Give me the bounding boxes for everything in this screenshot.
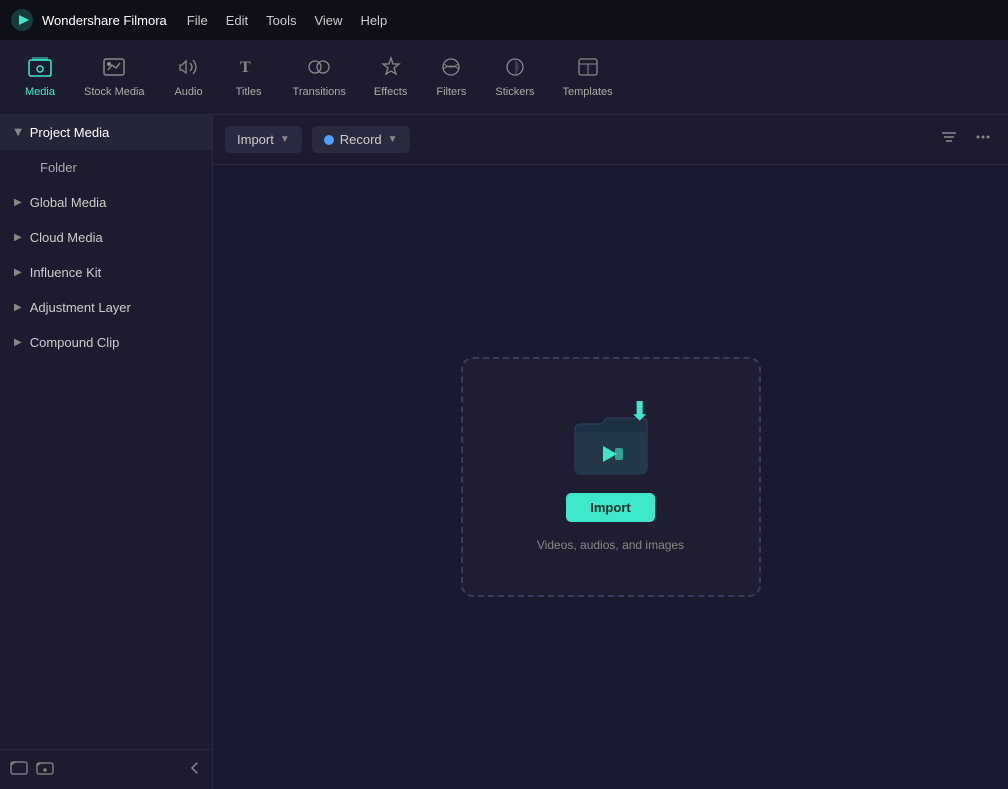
import-chevron-icon: ▼	[280, 134, 290, 145]
menu-help[interactable]: Help	[360, 13, 387, 28]
chevron-icon: ▶	[14, 267, 22, 278]
folder-label: Folder	[40, 160, 77, 175]
sidebar-item-compound-clip[interactable]: ▶ Compound Clip	[0, 325, 212, 360]
content-area: Import ▼ Record ▼	[213, 115, 1008, 789]
drop-zone[interactable]: ⬇ Import Videos, audios, and images	[461, 357, 761, 597]
sidebar-item-project-media[interactable]: ▶ Project Media	[0, 115, 212, 150]
import-label: Import	[237, 132, 274, 147]
sidebar-content: ▶ Project Media Folder ▶ Global Media ▶ …	[0, 115, 212, 749]
chevron-icon: ▶	[12, 129, 23, 137]
sidebar-item-label: Adjustment Layer	[30, 300, 131, 315]
templates-label: Templates	[562, 86, 612, 98]
chevron-icon: ▶	[14, 232, 22, 243]
toolbar-stock-media[interactable]: Stock Media	[70, 48, 159, 106]
sidebar-item-cloud-media[interactable]: ▶ Cloud Media	[0, 220, 212, 255]
toolbar-titles[interactable]: T Titles	[219, 48, 279, 106]
toolbar-actions	[936, 124, 996, 155]
media-icon	[28, 56, 52, 82]
sidebar-item-label: Compound Clip	[30, 335, 120, 350]
sidebar-item-label: Project Media	[30, 125, 109, 140]
titles-icon: T	[237, 56, 261, 82]
toolbar-transitions[interactable]: Transitions	[279, 48, 360, 106]
sidebar-item-label: Cloud Media	[30, 230, 103, 245]
stickers-label: Stickers	[495, 86, 534, 98]
app-logo: Wondershare Filmora	[10, 8, 167, 32]
toolbar-media[interactable]: Media	[10, 48, 70, 106]
content-toolbar: Import ▼ Record ▼	[213, 115, 1008, 165]
toolbar-filters[interactable]: Filters	[421, 48, 481, 106]
record-button[interactable]: Record ▼	[312, 126, 410, 153]
app-logo-icon	[10, 8, 34, 32]
sidebar-item-label: Influence Kit	[30, 265, 102, 280]
toolbar-templates[interactable]: Templates	[548, 48, 626, 106]
main-layout: ▶ Project Media Folder ▶ Global Media ▶ …	[0, 115, 1008, 789]
sidebar-footer	[0, 749, 212, 789]
effects-label: Effects	[374, 86, 407, 98]
stock-media-icon	[102, 56, 126, 82]
transitions-icon	[307, 56, 331, 82]
menu-file[interactable]: File	[187, 13, 208, 28]
import-button-label: Import	[590, 500, 630, 515]
menu-bar: File Edit Tools View Help	[187, 13, 387, 28]
filter-sort-button[interactable]	[936, 124, 962, 155]
effects-icon	[379, 56, 403, 82]
filters-icon	[439, 56, 463, 82]
new-folder-icon[interactable]	[10, 758, 28, 781]
record-label: Record	[340, 132, 382, 147]
toolbar-audio[interactable]: Audio	[159, 48, 219, 106]
main-toolbar: Media Stock Media Audio T T	[0, 40, 1008, 115]
record-dot-icon	[324, 135, 334, 145]
media-label: Media	[25, 86, 55, 98]
toolbar-effects[interactable]: Effects	[360, 48, 421, 106]
sidebar-item-folder[interactable]: Folder	[0, 150, 212, 185]
transitions-label: Transitions	[293, 86, 346, 98]
drop-zone-hint: Videos, audios, and images	[537, 538, 684, 552]
titles-label: Titles	[236, 86, 262, 98]
filters-label: Filters	[436, 86, 466, 98]
menu-edit[interactable]: Edit	[226, 13, 248, 28]
top-bar: Wondershare Filmora File Edit Tools View…	[0, 0, 1008, 40]
download-arrow-icon: ⬇	[629, 398, 651, 424]
stock-media-label: Stock Media	[84, 86, 145, 98]
add-folder-icon[interactable]	[36, 758, 54, 781]
stickers-icon	[503, 56, 527, 82]
audio-label: Audio	[174, 86, 202, 98]
toolbar-stickers[interactable]: Stickers	[481, 48, 548, 106]
drop-zone-import-button[interactable]: Import	[566, 493, 654, 522]
app-name: Wondershare Filmora	[42, 13, 167, 28]
more-options-button[interactable]	[970, 124, 996, 155]
audio-icon	[177, 56, 201, 82]
drop-zone-container: ⬇ Import Videos, audios, and images	[213, 165, 1008, 789]
sidebar-item-adjustment-layer[interactable]: ▶ Adjustment Layer	[0, 290, 212, 325]
sidebar-item-influence-kit[interactable]: ▶ Influence Kit	[0, 255, 212, 290]
menu-view[interactable]: View	[314, 13, 342, 28]
sidebar-item-label: Global Media	[30, 195, 107, 210]
sidebar: ▶ Project Media Folder ▶ Global Media ▶ …	[0, 115, 213, 789]
chevron-icon: ▶	[14, 337, 22, 348]
chevron-icon: ▶	[14, 302, 22, 313]
svg-text:T: T	[240, 59, 251, 76]
sidebar-item-global-media[interactable]: ▶ Global Media	[0, 185, 212, 220]
sidebar-collapse-icon[interactable]	[188, 761, 202, 778]
drop-zone-icon: ⬇	[571, 402, 651, 477]
templates-icon	[576, 56, 600, 82]
record-chevron-icon: ▼	[388, 134, 398, 145]
import-button[interactable]: Import ▼	[225, 126, 302, 153]
chevron-icon: ▶	[14, 197, 22, 208]
menu-tools[interactable]: Tools	[266, 13, 296, 28]
